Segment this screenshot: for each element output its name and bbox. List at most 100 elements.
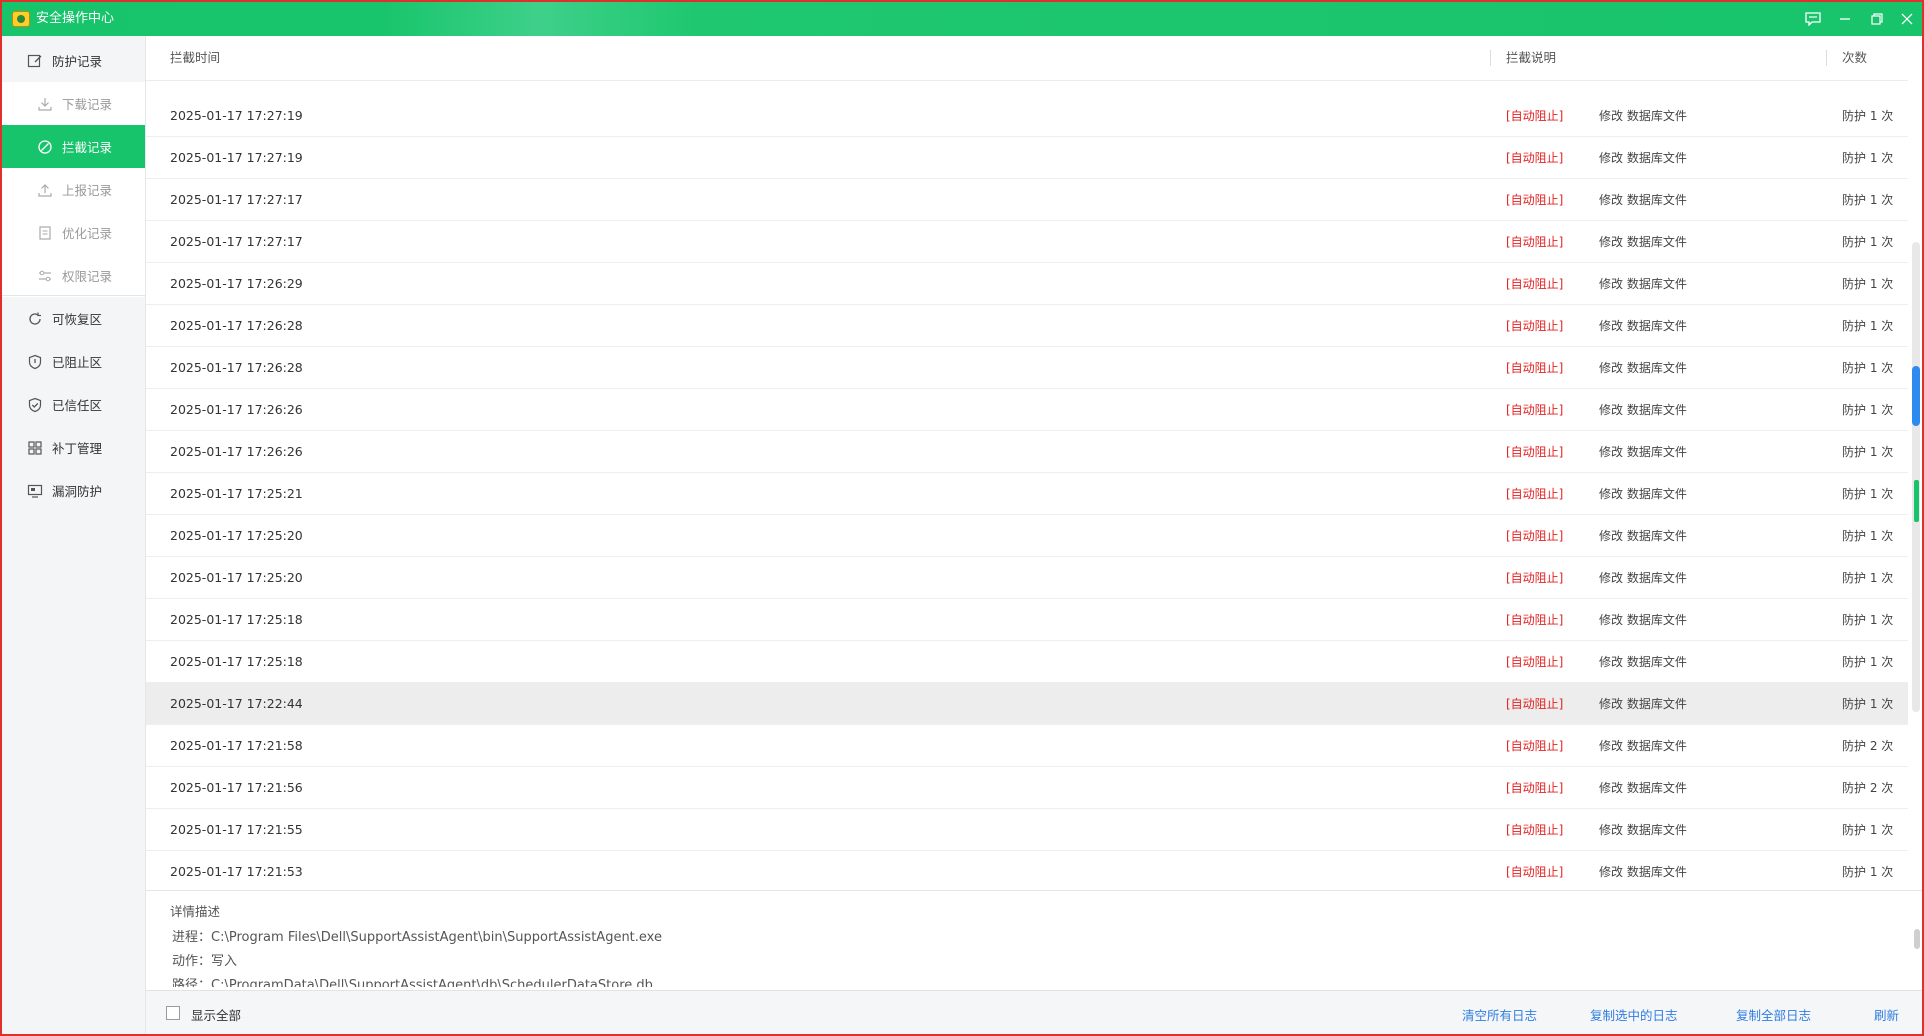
row-count: 防护 1 次 xyxy=(1842,655,1894,669)
sliders-icon xyxy=(36,267,54,285)
row-description: 修改 数据库文件 xyxy=(1599,151,1687,165)
row-time: 2025-01-17 17:26:26 xyxy=(170,402,303,417)
table-row[interactable]: 2025-01-17 17:26:28 [自动阻止] 修改 数据库文件 防护 1 次 xyxy=(146,347,1908,389)
column-divider[interactable] xyxy=(1826,50,1827,66)
table-row[interactable]: 2025-01-17 17:26:26 [自动阻止] 修改 数据库文件 防护 1 次 xyxy=(146,389,1908,431)
window-title: 安全操作中心 xyxy=(36,11,115,26)
table-row[interactable]: 2025-01-17 17:27:19 [自动阻止] 修改 数据库文件 防护 1 次 xyxy=(146,137,1908,179)
sidebar-item-block-records[interactable]: 拦截记录 xyxy=(2,125,145,168)
table-row[interactable]: 2025-01-17 17:27:17 [自动阻止] 修改 数据库文件 防护 1 次 xyxy=(146,221,1908,263)
row-count: 防护 1 次 xyxy=(1842,487,1894,501)
list-scroll-marker xyxy=(1914,480,1919,522)
table-row[interactable]: 2025-01-17 17:27:19 [自动阻止] 修改 数据库文件 防护 1 次 xyxy=(146,95,1908,137)
row-count: 防护 1 次 xyxy=(1842,865,1894,879)
row-block-badge: [自动阻止] xyxy=(1506,697,1564,711)
sidebar-item-trusted-zone[interactable]: 已信任区 xyxy=(2,383,145,426)
row-block-badge: [自动阻止] xyxy=(1506,865,1564,879)
row-description: 修改 数据库文件 xyxy=(1599,109,1687,123)
row-description: 修改 数据库文件 xyxy=(1599,655,1687,669)
table-row[interactable]: 2025-01-17 17:26:29 [自动阻止] 修改 数据库文件 防护 1 次 xyxy=(146,263,1908,305)
list-scrollbar[interactable] xyxy=(1912,242,1920,712)
row-time: 2025-01-17 17:26:26 xyxy=(170,444,303,459)
sidebar-item-permission-records[interactable]: 权限记录 xyxy=(2,254,145,297)
column-header-desc[interactable]: 拦截说明 xyxy=(1506,36,1556,80)
row-time: 2025-01-17 17:21:56 xyxy=(170,780,303,795)
restore-icon[interactable] xyxy=(1866,8,1888,30)
row-time: 2025-01-17 17:25:18 xyxy=(170,612,303,627)
row-time: 2025-01-17 17:26:28 xyxy=(170,360,303,375)
row-description: 修改 数据库文件 xyxy=(1599,487,1687,501)
table-row[interactable]: 2025-01-17 17:25:18 [自动阻止] 修改 数据库文件 防护 1 次 xyxy=(146,641,1908,683)
row-count: 防护 2 次 xyxy=(1842,739,1894,753)
table-row[interactable]: 2025-01-17 17:25:20 [自动阻止] 修改 数据库文件 防护 1 次 xyxy=(146,557,1908,599)
table-row[interactable]: 2025-01-17 17:26:26 [自动阻止] 修改 数据库文件 防护 1 次 xyxy=(146,431,1908,473)
show-all-label[interactable]: 显示全部 xyxy=(191,1005,241,1024)
shield-check-icon xyxy=(26,396,44,414)
document-icon xyxy=(36,224,54,242)
row-block-badge: [自动阻止] xyxy=(1506,403,1564,417)
download-icon xyxy=(36,95,54,113)
title-bar[interactable]: 安全操作中心 xyxy=(2,2,1922,36)
row-block-badge: [自动阻止] xyxy=(1506,151,1564,165)
row-time: 2025-01-17 17:27:17 xyxy=(170,234,303,249)
copy-selected-link[interactable]: 复制选中的日志 xyxy=(1590,1005,1678,1024)
row-description: 修改 数据库文件 xyxy=(1599,781,1687,795)
row-count: 防护 1 次 xyxy=(1842,361,1894,375)
sidebar-item-label: 已信任区 xyxy=(52,398,103,413)
row-block-badge: [自动阻止] xyxy=(1506,109,1564,123)
sidebar-item-vulnerability-protection[interactable]: 漏洞防护 xyxy=(2,469,145,512)
detail-scrollbar[interactable] xyxy=(1914,929,1920,949)
sidebar-item-restore-zone[interactable]: 可恢复区 xyxy=(2,297,145,340)
row-time: 2025-01-17 17:27:17 xyxy=(170,192,303,207)
sidebar-item-download-records[interactable]: 下载记录 xyxy=(2,82,145,125)
sidebar-item-protection-records[interactable]: 防护记录 xyxy=(2,39,145,82)
feedback-icon[interactable] xyxy=(1802,8,1824,30)
row-description: 修改 数据库文件 xyxy=(1599,403,1687,417)
row-count: 防护 1 次 xyxy=(1842,109,1894,123)
sidebar-item-optimize-records[interactable]: 优化记录 xyxy=(2,211,145,254)
show-all-checkbox[interactable] xyxy=(166,1006,180,1020)
row-block-badge: [自动阻止] xyxy=(1506,613,1564,627)
row-block-badge: [自动阻止] xyxy=(1506,571,1564,585)
table-row[interactable]: 2025-01-17 17:21:58 [自动阻止] 修改 数据库文件 防护 2 次 xyxy=(146,725,1908,767)
copy-all-link[interactable]: 复制全部日志 xyxy=(1736,1005,1811,1024)
column-header-count[interactable]: 次数 xyxy=(1842,36,1867,80)
list-scrollbar-thumb[interactable] xyxy=(1912,366,1920,426)
row-count: 防护 1 次 xyxy=(1842,403,1894,417)
close-icon[interactable] xyxy=(1896,8,1918,30)
table-row[interactable]: 2025-01-17 17:26:28 [自动阻止] 修改 数据库文件 防护 1 次 xyxy=(146,305,1908,347)
sidebar-item-label: 上报记录 xyxy=(62,183,113,198)
table-row[interactable]: 2025-01-17 17:27:17 [自动阻止] 修改 数据库文件 防护 1 次 xyxy=(146,179,1908,221)
detail-title: 详情描述 xyxy=(170,904,221,919)
row-count: 防护 1 次 xyxy=(1842,277,1894,291)
table-row[interactable]: 2025-01-17 17:21:53 [自动阻止] 修改 数据库文件 防护 1 次 xyxy=(146,851,1908,883)
refresh-link[interactable]: 刷新 xyxy=(1874,1005,1899,1024)
minimize-icon[interactable] xyxy=(1834,8,1856,30)
detail-panel: 详情描述 进程：C:\Program Files\Dell\SupportAss… xyxy=(146,890,1922,987)
row-description: 修改 数据库文件 xyxy=(1599,865,1687,879)
row-count: 防护 1 次 xyxy=(1842,151,1894,165)
column-header-time[interactable]: 拦截时间 xyxy=(170,36,220,80)
table-row[interactable]: 2025-01-17 17:21:56 [自动阻止] 修改 数据库文件 防护 2 次 xyxy=(146,767,1908,809)
clear-logs-link[interactable]: 清空所有日志 xyxy=(1462,1005,1537,1024)
row-time: 2025-01-17 17:26:28 xyxy=(170,318,303,333)
row-description: 修改 数据库文件 xyxy=(1599,739,1687,753)
table-header: 拦截时间 拦截说明 次数 xyxy=(146,36,1908,81)
detail-process: 进程：C:\Program Files\Dell\SupportAssistAg… xyxy=(172,930,662,945)
table-row[interactable]: 2025-01-17 17:25:18 [自动阻止] 修改 数据库文件 防护 1 次 xyxy=(146,599,1908,641)
edit-icon xyxy=(26,52,44,70)
sidebar: 防护记录 下载记录 拦截记录 上报记录 优化记录 权限记录 可恢复区 已阻止区 … xyxy=(2,36,146,1034)
row-description: 修改 数据库文件 xyxy=(1599,613,1687,627)
row-block-badge: [自动阻止] xyxy=(1506,655,1564,669)
row-description: 修改 数据库文件 xyxy=(1599,529,1687,543)
sidebar-item-upload-records[interactable]: 上报记录 xyxy=(2,168,145,211)
table-row[interactable]: 2025-01-17 17:25:21 [自动阻止] 修改 数据库文件 防护 1 次 xyxy=(146,473,1908,515)
row-description: 修改 数据库文件 xyxy=(1599,445,1687,459)
row-description: 修改 数据库文件 xyxy=(1599,571,1687,585)
sidebar-item-blocked-zone[interactable]: 已阻止区 xyxy=(2,340,145,383)
table-row[interactable]: 2025-01-17 17:21:55 [自动阻止] 修改 数据库文件 防护 1 次 xyxy=(146,809,1908,851)
column-divider[interactable] xyxy=(1490,50,1491,66)
table-row[interactable]: 2025-01-17 17:25:20 [自动阻止] 修改 数据库文件 防护 1 次 xyxy=(146,515,1908,557)
sidebar-item-patch-management[interactable]: 补丁管理 xyxy=(2,426,145,469)
table-row[interactable]: 2025-01-17 17:22:44 [自动阻止] 修改 数据库文件 防护 1 次 xyxy=(146,683,1908,725)
